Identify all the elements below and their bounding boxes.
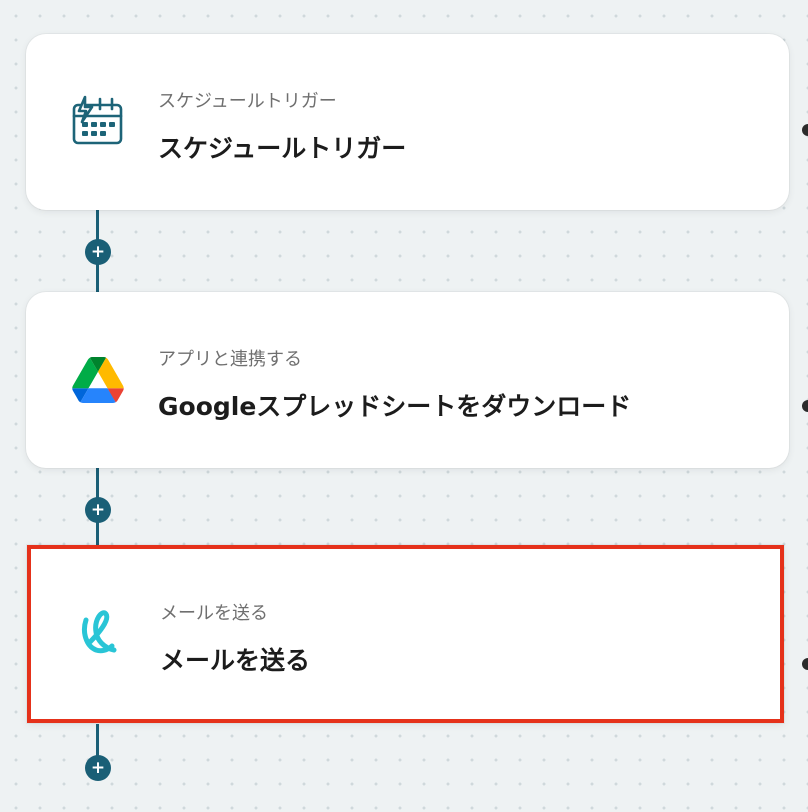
connection-handle[interactable]	[802, 658, 808, 670]
connection-handle[interactable]	[802, 124, 808, 136]
step-subtitle: アプリと連携する	[158, 349, 302, 370]
flow-step-card-send-mail[interactable]: メールを送る メールを送る	[27, 545, 784, 723]
step-title: スケジュールトリガー	[158, 134, 407, 163]
step-subtitle: メールを送る	[160, 603, 268, 624]
flow-step-card-schedule-trigger[interactable]: スケジュールトリガー スケジュールトリガー	[26, 34, 789, 210]
google-drive-icon	[70, 352, 126, 408]
connection-handle[interactable]	[802, 400, 808, 412]
mail-logo-icon	[72, 606, 128, 662]
step-title: メールを送る	[160, 646, 311, 675]
schedule-trigger-icon	[70, 94, 126, 150]
add-step-button[interactable]: +	[85, 755, 111, 781]
step-subtitle: スケジュールトリガー	[158, 91, 337, 112]
add-step-button[interactable]: +	[85, 239, 111, 265]
add-step-button[interactable]: +	[85, 497, 111, 523]
flow-step-card-google-drive[interactable]: アプリと連携する Googleスプレッドシートをダウンロード	[26, 292, 789, 468]
step-title: Googleスプレッドシートをダウンロード	[158, 392, 632, 421]
